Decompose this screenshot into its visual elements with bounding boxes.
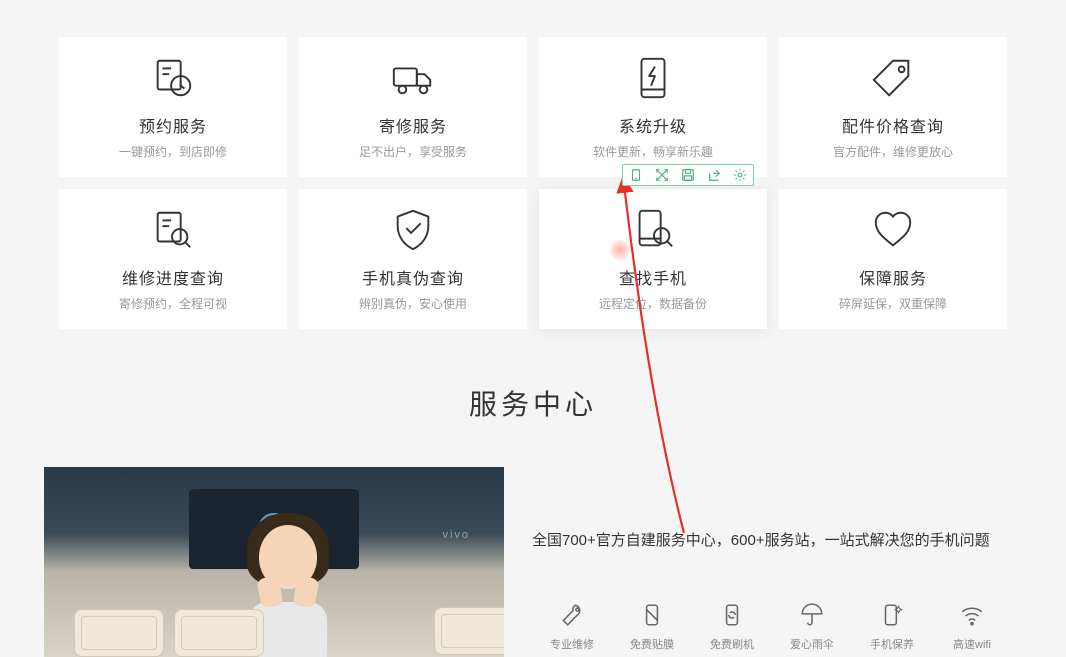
heart-icon xyxy=(870,207,916,253)
phone-film-icon xyxy=(639,602,665,628)
phone-lightning-icon xyxy=(630,55,676,101)
brand-label: vivo xyxy=(442,529,470,541)
card-sub: 碎屏延保，双重保障 xyxy=(839,295,947,312)
card-authenticity[interactable]: 手机真伪查询 辨别真伪，安心使用 xyxy=(299,189,527,329)
feature-label: 免费贴膜 xyxy=(630,636,674,652)
service-cards-grid: 预约服务 一键预约，到店即修 寄修服务 足不出户，享受服务 系统升级 软件更新，… xyxy=(0,0,1066,329)
feature-repair[interactable]: 专业维修 xyxy=(532,602,612,652)
wifi-icon xyxy=(959,602,985,628)
calendar-clock-icon xyxy=(150,55,196,101)
card-sub: 软件更新，畅享新乐趣 xyxy=(593,143,713,160)
toolbar-fullscreen-icon[interactable] xyxy=(649,165,675,185)
price-tag-icon xyxy=(870,55,916,101)
card-sub: 官方配件，维修更放心 xyxy=(833,143,953,160)
card-parts-price[interactable]: 配件价格查询 官方配件，维修更放心 xyxy=(779,37,1007,177)
card-appointment[interactable]: 预约服务 一键预约，到店即修 xyxy=(59,37,287,177)
annotation-toolbar xyxy=(622,164,754,186)
phone-search-icon xyxy=(630,207,676,253)
card-repair-progress[interactable]: 维修进度查询 寄修预约，全程可视 xyxy=(59,189,287,329)
feature-umbrella[interactable]: 爱心雨伞 xyxy=(772,602,852,652)
feature-flash[interactable]: 免费刷机 xyxy=(692,602,772,652)
service-center-row: vivo 全国700+官方自建服务中心，600+服务站，一站式解决您的手机问题 … xyxy=(0,423,1066,657)
toolbar-save-icon[interactable] xyxy=(675,165,701,185)
section-title: 服务中心 xyxy=(0,383,1066,423)
card-sub: 一键预约，到店即修 xyxy=(119,143,227,160)
phone-refresh-icon xyxy=(719,602,745,628)
card-sub: 寄修预约，全程可视 xyxy=(119,295,227,312)
card-find-phone[interactable]: 查找手机 远程定位，数据备份 xyxy=(539,189,767,329)
card-title: 系统升级 xyxy=(619,113,687,137)
card-title: 配件价格查询 xyxy=(842,113,944,137)
truck-icon xyxy=(390,55,436,101)
shield-check-icon xyxy=(390,207,436,253)
phone-sparkle-icon xyxy=(879,602,905,628)
card-sub: 足不出户，享受服务 xyxy=(359,143,467,160)
card-title: 手机真伪查询 xyxy=(362,265,464,289)
feature-wifi[interactable]: 高速wifi xyxy=(932,602,1012,652)
wrench-icon xyxy=(559,602,585,628)
feature-care[interactable]: 手机保养 xyxy=(852,602,932,652)
card-title: 查找手机 xyxy=(619,265,687,289)
umbrella-icon xyxy=(799,602,825,628)
card-sub: 远程定位，数据备份 xyxy=(599,295,707,312)
feature-film[interactable]: 免费贴膜 xyxy=(612,602,692,652)
card-title: 维修进度查询 xyxy=(122,265,224,289)
toolbar-device-icon[interactable] xyxy=(623,165,649,185)
card-system-upgrade[interactable]: 系统升级 软件更新，畅享新乐趣 xyxy=(539,37,767,177)
feature-row: 专业维修 免费贴膜 免费刷机 爱心雨伞 xyxy=(532,602,1022,652)
card-title: 保障服务 xyxy=(859,265,927,289)
card-title: 预约服务 xyxy=(139,113,207,137)
service-center-text: 全国700+官方自建服务中心，600+服务站，一站式解决您的手机问题 专业维修 … xyxy=(532,467,1022,657)
feature-label: 高速wifi xyxy=(953,636,991,652)
feature-label: 手机保养 xyxy=(870,636,914,652)
toolbar-gear-icon[interactable] xyxy=(727,165,753,185)
card-warranty[interactable]: 保障服务 碎屏延保，双重保障 xyxy=(779,189,1007,329)
service-center-photo: vivo xyxy=(44,467,504,657)
card-title: 寄修服务 xyxy=(379,113,447,137)
toolbar-share-icon[interactable] xyxy=(701,165,727,185)
service-center-desc: 全国700+官方自建服务中心，600+服务站，一站式解决您的手机问题 xyxy=(532,527,1022,556)
feature-label: 免费刷机 xyxy=(710,636,754,652)
feature-label: 专业维修 xyxy=(550,636,594,652)
feature-label: 爱心雨伞 xyxy=(790,636,834,652)
card-mail-repair[interactable]: 寄修服务 足不出户，享受服务 xyxy=(299,37,527,177)
card-sub: 辨别真伪，安心使用 xyxy=(359,295,467,312)
document-search-icon xyxy=(150,207,196,253)
